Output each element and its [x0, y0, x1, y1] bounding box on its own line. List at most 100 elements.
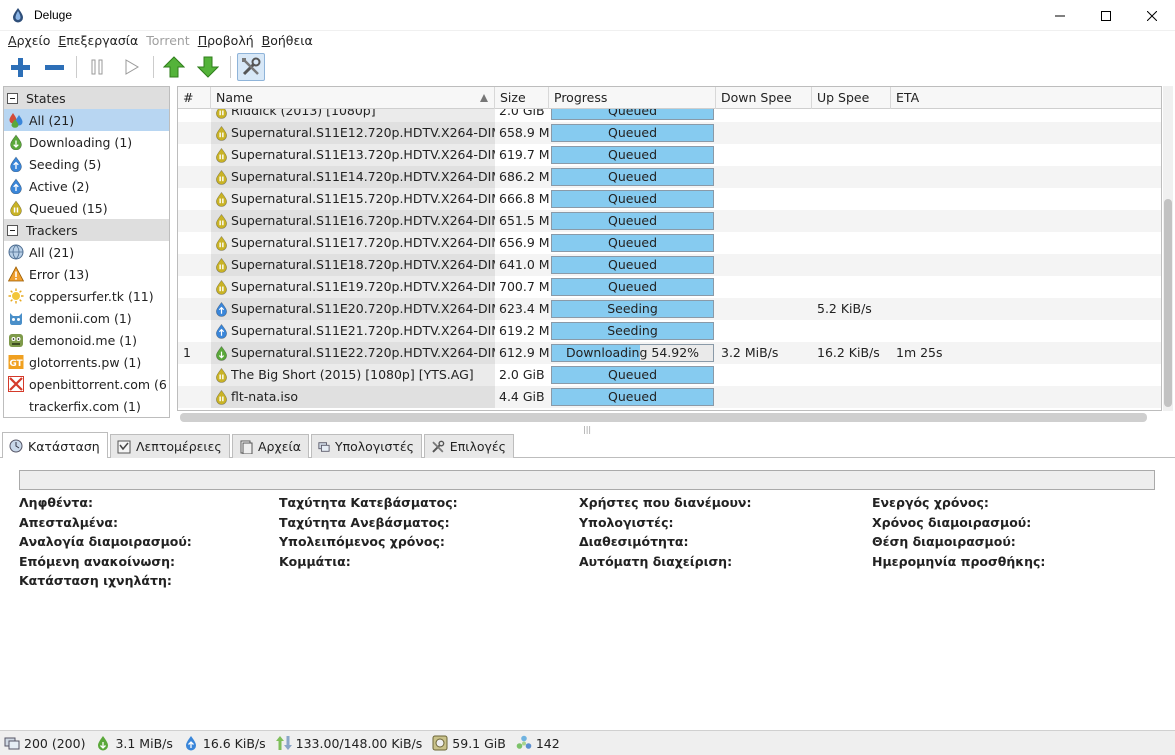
menu-torrent[interactable]: Torrent [142, 33, 193, 48]
col-number-header[interactable]: # [178, 87, 211, 109]
tab-details[interactable]: Λεπτομέρειες [110, 434, 230, 458]
progress-label: Seeding [607, 323, 658, 338]
toolbar-separator [153, 55, 154, 78]
horizontal-scrollbar[interactable] [180, 413, 1147, 422]
pause-button[interactable] [83, 53, 111, 81]
table-row[interactable]: flt-nata.iso 4.4 GiB Queued [178, 386, 1161, 408]
cell-number [178, 254, 211, 276]
vertical-scroll-thumb[interactable] [1164, 199, 1172, 407]
state-filter-downloading[interactable]: Downloading (1) [4, 131, 169, 153]
col-progress-header[interactable]: Progress [549, 87, 716, 109]
state-filter-all[interactable]: All (21) [4, 109, 169, 131]
cell-name: Supernatural.S11E19.720p.HDTV.X264-DIMEN… [231, 279, 495, 294]
table-row[interactable]: Riddick (2013) [1080p] 2.0 GiB Queued [178, 109, 1161, 122]
cell-down-speed [716, 232, 812, 254]
maximize-button[interactable] [1083, 0, 1129, 31]
remove-torrent-button[interactable] [40, 53, 68, 81]
status-field-label: Υπολειπόμενος χρόνος: [279, 534, 445, 549]
upload-speed-indicator[interactable]: 16.6 KiB/s [183, 735, 266, 751]
cell-down-speed [716, 144, 812, 166]
tracker-filter[interactable]: Error (13) [4, 263, 169, 285]
vertical-scrollbar[interactable] [1163, 86, 1173, 411]
menu-edit[interactable]: Επεξεργασία [54, 33, 142, 48]
tracker-filter[interactable]: All (21) [4, 241, 169, 263]
state-filter-queued[interactable]: Queued (15) [4, 197, 169, 219]
tracker-filter[interactable]: demonoid.me (1) [4, 329, 169, 351]
menu-file[interactable]: Αρχείο [4, 33, 54, 48]
progress-bar: Queued [551, 256, 714, 274]
tab-options[interactable]: Επιλογές [424, 434, 514, 458]
state-filter-seeding[interactable]: Seeding (5) [4, 153, 169, 175]
col-size-header[interactable]: Size [495, 87, 549, 109]
queued-icon [10, 200, 22, 216]
progress-label: Queued [608, 147, 657, 162]
tracker-filter[interactable]: coppersurfer.tk (11) [4, 285, 169, 307]
table-row[interactable]: 1 Supernatural.S11E22.720p.HDTV.X264-DIME… [178, 342, 1161, 364]
filter-label: Queued (15) [29, 200, 108, 216]
status-bar: 200 (200) 3.1 MiB/s 16.6 KiB/s 133.00/14… [0, 730, 1175, 755]
table-body: Riddick (2013) [1080p] 2.0 GiB Queued Super… [178, 109, 1161, 410]
col-eta-header[interactable]: ETA [891, 87, 1161, 109]
cell-size: 651.5 MiB [499, 213, 549, 228]
table-row[interactable]: Supernatural.S11E13.720p.HDTV.X264-DIMEN… [178, 144, 1161, 166]
cell-number [178, 122, 211, 144]
tracker-filter[interactable]: demonii.com (1) [4, 307, 169, 329]
collapse-toggle[interactable] [7, 224, 18, 236]
table-row[interactable]: Supernatural.S11E15.720p.HDTV.X264-DIMEN… [178, 188, 1161, 210]
table-row[interactable]: Supernatural.S11E20.720p.HDTV.X264-DIMEN… [178, 298, 1161, 320]
cell-size: 4.4 GiB [499, 389, 545, 404]
menu-help[interactable]: Βοήθεια [258, 33, 317, 48]
table-row[interactable]: Supernatural.S11E12.720p.HDTV.X264-DIMEN… [178, 122, 1161, 144]
cell-name: Supernatural.S11E21.720p.HDTV.X264-DIMEN… [231, 323, 495, 338]
close-button[interactable] [1129, 0, 1175, 31]
progress-label: Queued [608, 257, 657, 272]
download-speed-indicator[interactable]: 3.1 MiB/s [95, 735, 173, 751]
queue-down-button[interactable] [194, 53, 222, 81]
gt-icon: GT [8, 355, 24, 369]
tab-status[interactable]: Κατάσταση [2, 432, 108, 459]
cell-down-speed [716, 364, 812, 386]
collapse-toggle[interactable] [7, 92, 18, 104]
filter-label: openbittorrent.com (6 [29, 376, 167, 392]
status-field-label: Ταχύτητα Κατεβάσματος: [279, 495, 458, 510]
table-row[interactable]: Supernatural.S11E19.720p.HDTV.X264-DIMEN… [178, 276, 1161, 298]
table-row[interactable]: The Big Short (2015) [1080p] [YTS.AG] 2.0… [178, 364, 1161, 386]
queue-up-button[interactable] [160, 53, 188, 81]
col-down-speed-header[interactable]: Down Spee [716, 87, 812, 109]
cell-name: Supernatural.S11E12.720p.HDTV.X264-DIMEN… [231, 125, 495, 140]
col-up-speed-header[interactable]: Up Spee [812, 87, 891, 109]
state-filter-active[interactable]: Active (2) [4, 175, 169, 197]
tab-files[interactable]: Αρχεία [232, 434, 309, 458]
cell-up-speed [812, 320, 891, 342]
add-torrent-button[interactable] [6, 53, 34, 81]
table-row[interactable]: Supernatural.S11E21.720p.HDTV.X264-DIMEN… [178, 320, 1161, 342]
trackers-section-header[interactable]: Trackers [4, 219, 169, 241]
table-row[interactable]: Supernatural.S11E14.720p.HDTV.X264-DIMEN… [178, 166, 1161, 188]
minimize-button[interactable] [1037, 0, 1083, 31]
tracker-filter[interactable]: openbittorrent.com (6 [4, 373, 169, 395]
cell-eta: 1m 25s [896, 345, 943, 360]
connections-indicator[interactable]: 200 (200) [4, 735, 85, 751]
menu-view[interactable]: Προβολή [194, 33, 258, 48]
table-row[interactable]: Supernatural.S11E16.720p.HDTV.X264-DIMEN… [178, 210, 1161, 232]
free-space-indicator: 59.1 GiB [432, 735, 506, 751]
tracker-filter[interactable]: GT glotorrents.pw (1) [4, 351, 169, 373]
col-name-header[interactable]: Name [211, 87, 495, 109]
status-field-label: Διαθεσιμότητα: [579, 534, 689, 549]
svg-text:GT: GT [9, 359, 23, 369]
states-section-header[interactable]: States [4, 87, 169, 109]
queued-state-icon [216, 213, 227, 229]
menu-mnemonic: Β [261, 33, 271, 48]
title-bar: Deluge [0, 0, 1175, 31]
tab-peers[interactable]: Υπολογιστές [311, 434, 422, 458]
resume-button[interactable] [117, 53, 145, 81]
progress-bar: Queued [551, 212, 714, 230]
table-row[interactable]: Supernatural.S11E17.720p.HDTV.X264-DIMEN… [178, 232, 1161, 254]
traffic-arrows-icon [275, 736, 292, 750]
tracker-filter[interactable]: trackerfix.com (1) [4, 395, 169, 417]
table-row[interactable]: Supernatural.S11E18.720p.HDTV.X264-DIMEN… [178, 254, 1161, 276]
icon-wrap [8, 288, 24, 304]
toolbar [0, 50, 1175, 83]
cell-up-speed [812, 144, 891, 166]
preferences-button[interactable] [237, 52, 265, 81]
